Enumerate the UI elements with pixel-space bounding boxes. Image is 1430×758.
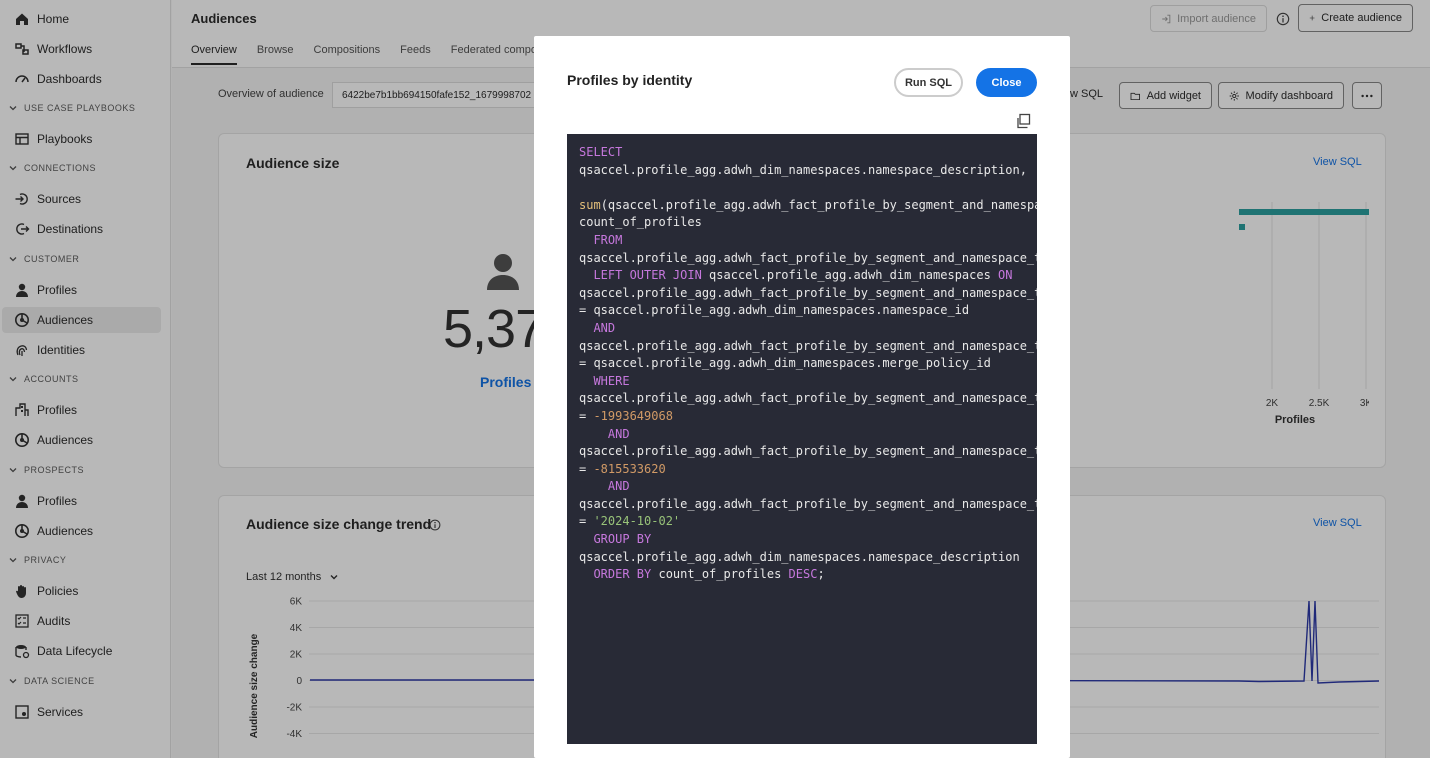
copy-icon[interactable] <box>1015 113 1031 129</box>
sql-token: qsaccel.profile_agg.adwh_fact_profile_by… <box>579 250 1037 265</box>
sql-token: AND <box>607 426 630 441</box>
run-sql-button[interactable]: Run SQL <box>894 68 963 97</box>
sql-line: = qsaccel.profile_agg.adwh_dim_namespace… <box>579 302 1037 320</box>
sql-token: -1993649068 <box>593 408 673 423</box>
sql-line: qsaccel.profile_agg.adwh_dim_namespaces.… <box>579 549 1037 567</box>
sql-token: count_of_profiles <box>651 567 789 582</box>
sql-dialog: Profiles by identity Run SQL Close SELEC… <box>534 36 1070 758</box>
sql-line: = -1993649068 <box>579 408 1037 426</box>
sql-token: AND <box>607 479 630 494</box>
sql-line: = -815533620 <box>579 461 1037 479</box>
sql-token: qsaccel.profile_agg.adwh_dim_namespaces.… <box>579 162 1027 177</box>
sql-token: qsaccel.profile_agg.adwh_dim_namespaces <box>701 268 999 283</box>
sql-line: qsaccel.profile_agg.adwh_fact_profile_by… <box>579 250 1037 268</box>
sql-token: = <box>579 514 594 529</box>
sql-line: FROM <box>579 232 1037 250</box>
sql-token: (qsaccel.profile_agg.adwh_fact_profile_b… <box>600 197 1037 212</box>
sql-token: qsaccel.profile_agg.adwh_fact_profile_by… <box>579 285 1037 300</box>
sql-token: WHERE <box>593 373 630 388</box>
sql-line: qsaccel.profile_agg.adwh_fact_profile_by… <box>579 285 1037 303</box>
sql-line: qsaccel.profile_agg.adwh_fact_profile_by… <box>579 496 1037 514</box>
sql-line: qsaccel.profile_agg.adwh_fact_profile_by… <box>579 443 1037 461</box>
sql-token: LEFT OUTER JOIN <box>593 268 702 283</box>
sql-token: FROM <box>593 232 623 247</box>
sql-token: DESC <box>788 567 818 582</box>
sql-line: AND <box>579 426 1037 444</box>
sql-code: SELECT qsaccel.profile_agg.adwh_dim_names… <box>567 134 1037 584</box>
sql-code-block: SELECT qsaccel.profile_agg.adwh_dim_names… <box>567 134 1037 744</box>
sql-token: qsaccel.profile_agg.adwh_dim_namespaces.… <box>579 549 1020 564</box>
sql-token: qsaccel.profile_agg.adwh_fact_profile_by… <box>579 444 1037 459</box>
sql-token: qsaccel.profile_agg.adwh_fact_profile_by… <box>579 338 1037 353</box>
sql-token: AND <box>593 320 616 335</box>
sql-token: GROUP BY <box>593 532 652 547</box>
sql-line: AND <box>579 320 1037 338</box>
sql-token: = <box>579 461 594 476</box>
sql-line: LEFT OUTER JOIN qsaccel.profile_agg.adwh… <box>579 267 1037 285</box>
sql-token: qsaccel.profile_agg.adwh_fact_profile_by… <box>579 496 1037 511</box>
sql-token: = qsaccel.profile_agg.adwh_dim_namespace… <box>579 356 991 371</box>
sql-token: sum <box>579 197 601 212</box>
sql-line: ORDER BY count_of_profiles DESC; <box>579 566 1037 584</box>
sql-token: ON <box>998 268 1013 283</box>
sql-token: SELECT <box>579 145 623 159</box>
sql-line: SELECT <box>579 144 1037 162</box>
sql-token: ORDER BY <box>593 567 652 582</box>
sql-line: = qsaccel.profile_agg.adwh_dim_namespace… <box>579 355 1037 373</box>
sql-token: '2024-10-02' <box>593 514 681 529</box>
sql-line: count_of_profiles <box>579 214 1037 232</box>
sql-token: -815533620 <box>593 461 666 476</box>
sql-token: count_of_profiles <box>579 215 702 230</box>
sql-line: qsaccel.profile_agg.adwh_dim_namespaces.… <box>579 162 1037 180</box>
sql-line <box>579 179 1037 197</box>
dialog-title: Profiles by identity <box>567 72 693 88</box>
sql-line: GROUP BY <box>579 531 1037 549</box>
sql-token: = <box>579 408 594 423</box>
sql-line: AND <box>579 478 1037 496</box>
sql-token: ; <box>817 567 825 582</box>
sql-token: qsaccel.profile_agg.adwh_fact_profile_by… <box>579 391 1037 406</box>
sql-line: qsaccel.profile_agg.adwh_fact_profile_by… <box>579 390 1037 408</box>
close-button[interactable]: Close <box>976 68 1037 97</box>
sql-line: = '2024-10-02' <box>579 513 1037 531</box>
sql-line: qsaccel.profile_agg.adwh_fact_profile_by… <box>579 338 1037 356</box>
sql-line: WHERE <box>579 373 1037 391</box>
sql-line: sum(qsaccel.profile_agg.adwh_fact_profil… <box>579 197 1037 215</box>
sql-token: = qsaccel.profile_agg.adwh_dim_namespace… <box>579 303 970 318</box>
